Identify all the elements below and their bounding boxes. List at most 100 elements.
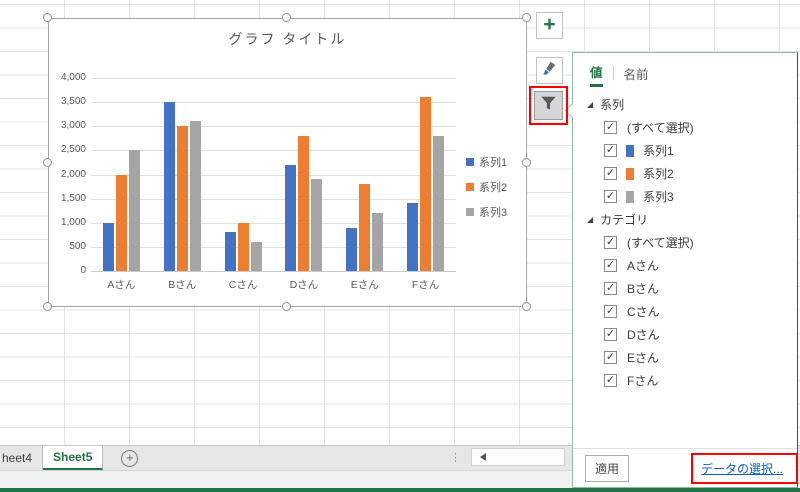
chart-gridline [91, 222, 456, 224]
y-axis-tick: 2,500 [60, 144, 86, 156]
bar-系列3-Dさん[interactable] [311, 179, 323, 271]
filter-item: ✓ Cさん [573, 300, 797, 323]
checkbox[interactable]: ✓ [604, 259, 617, 272]
sheet-tab-sheet5[interactable]: Sheet5 [43, 446, 104, 470]
excel-window: グラフ タイトル 4,000 3,500 3,000 2,500 2,000 1,500 1… [0, 0, 800, 492]
checkbox[interactable]: ✓ [604, 190, 617, 203]
bar-系列1-Dさん[interactable] [285, 164, 297, 271]
add-sheet-button[interactable]: + [121, 449, 139, 467]
checkbox[interactable]: ✓ [604, 328, 617, 341]
tab-names[interactable]: 名前 [624, 64, 649, 86]
x-axis-label: Cさん [228, 279, 258, 291]
resize-handle[interactable] [522, 158, 531, 167]
filter-item: ✓ (すべて選択) [573, 116, 797, 139]
y-axis-tick: 4,000 [60, 72, 86, 83]
checkbox[interactable]: ✓ [604, 121, 617, 134]
tab-values[interactable]: 値 [590, 62, 603, 87]
y-axis-tick: 1,000 [60, 216, 86, 228]
legend-item: 系列3 [466, 204, 507, 220]
bar-系列2-Eさん[interactable] [359, 184, 371, 271]
checkbox[interactable]: ✓ [604, 236, 617, 249]
chart-elements-button[interactable]: + [536, 12, 563, 39]
filter-item-label: Eさん [627, 351, 660, 365]
bar-系列2-Dさん[interactable] [298, 135, 310, 271]
scroll-left-icon[interactable] [480, 453, 486, 461]
sheet-tab-sheet4[interactable]: heet4 [0, 446, 44, 470]
bar-系列1-Eさん[interactable] [346, 227, 358, 271]
filter-item: ✓ 系列3 [573, 185, 797, 208]
legend-swatch-icon [466, 208, 474, 216]
legend-label: 系列3 [479, 207, 508, 219]
bar-系列1-Cさん[interactable] [224, 232, 236, 271]
bar-系列1-Bさん[interactable] [163, 102, 175, 271]
chart-gridline [91, 271, 456, 272]
horizontal-scrollbar: ⋮ [450, 447, 572, 467]
bar-系列1-Aさん[interactable] [102, 222, 114, 272]
x-axis-label: Fさん [411, 279, 440, 291]
filter-item-label: Dさん [627, 328, 660, 342]
y-axis-tick: 500 [69, 240, 86, 252]
legend-item: 系列1 [466, 154, 507, 170]
y-axis-tick: 3,500 [60, 96, 86, 108]
resize-handle[interactable] [282, 13, 291, 22]
bar-系列3-Cさん[interactable] [250, 242, 262, 271]
chart-filters-button[interactable] [534, 91, 563, 120]
filter-item-label: 系列3 [643, 190, 674, 204]
bar-系列2-Bさん[interactable] [176, 126, 188, 272]
bar-系列2-Fさん[interactable] [420, 97, 432, 271]
filter-item: ✓ 系列1 [573, 139, 797, 162]
select-data-link[interactable]: データの選択... [701, 460, 783, 477]
panel-tabs: 値 名前 [573, 53, 797, 91]
bar-系列3-Eさん[interactable] [372, 213, 384, 271]
filter-item-label: 系列2 [643, 167, 674, 181]
scrollbar-thumb[interactable] [471, 448, 565, 466]
collapse-triangle-icon: ◢ [587, 214, 594, 224]
resize-handle[interactable] [43, 158, 52, 167]
plus-icon: + [543, 13, 556, 36]
chart-gridline [91, 174, 456, 176]
x-axis-label: Eさん [350, 279, 379, 291]
legend-swatch-icon [466, 183, 474, 191]
filter-item: ✓ Aさん [573, 254, 797, 277]
checkbox[interactable]: ✓ [604, 167, 617, 180]
filter-item-label: Fさん [627, 374, 659, 388]
resize-handle[interactable] [522, 302, 531, 311]
filter-item-label: Aさん [627, 259, 660, 273]
chart-object[interactable]: グラフ タイトル 4,000 3,500 3,000 2,500 2,000 1,500 1… [48, 18, 527, 307]
chart-gridline [91, 78, 456, 79]
resize-handle[interactable] [43, 302, 52, 311]
checkbox[interactable]: ✓ [604, 374, 617, 387]
bar-系列2-Aさん[interactable] [115, 174, 127, 271]
filter-item: ✓ Fさん [573, 369, 797, 392]
resize-handle[interactable] [522, 13, 531, 22]
filter-item-label: 系列1 [643, 144, 674, 158]
x-axis-label: Aさん [107, 279, 136, 291]
resize-handle[interactable] [282, 302, 291, 311]
checkbox[interactable]: ✓ [604, 144, 617, 157]
resize-handle[interactable] [43, 13, 52, 22]
checkbox[interactable]: ✓ [604, 351, 617, 364]
bar-系列3-Fさん[interactable] [433, 135, 445, 271]
y-axis-tick: 3,000 [60, 120, 86, 132]
chart-gridline [91, 246, 456, 248]
bar-系列2-Cさん[interactable] [237, 222, 249, 272]
chart-gridline [91, 102, 456, 104]
checkbox[interactable]: ✓ [604, 282, 617, 295]
bar-系列1-Fさん[interactable] [407, 203, 419, 271]
filter-section-header[interactable]: ◢ カテゴリ [573, 208, 797, 231]
filter-item-label: Bさん [627, 282, 660, 296]
x-axis-label: Dさん [289, 279, 319, 291]
filter-item-label: (すべて選択) [627, 121, 694, 135]
bar-系列3-Aさん[interactable] [128, 150, 140, 271]
filter-section-header[interactable]: ◢ 系列 [573, 93, 797, 116]
checkbox[interactable]: ✓ [604, 305, 617, 318]
filter-section-title: カテゴリ [600, 213, 649, 227]
window-bottom-strip [0, 488, 800, 492]
splitter-dots-icon[interactable]: ⋮ [450, 451, 461, 464]
y-axis-tick: 1,500 [60, 192, 86, 204]
legend-label: 系列2 [479, 182, 508, 194]
bar-系列3-Bさん[interactable] [189, 121, 201, 271]
apply-button[interactable]: 適用 [585, 454, 630, 482]
filter-item: ✓ Eさん [573, 346, 797, 369]
chart-styles-button[interactable] [536, 57, 563, 84]
